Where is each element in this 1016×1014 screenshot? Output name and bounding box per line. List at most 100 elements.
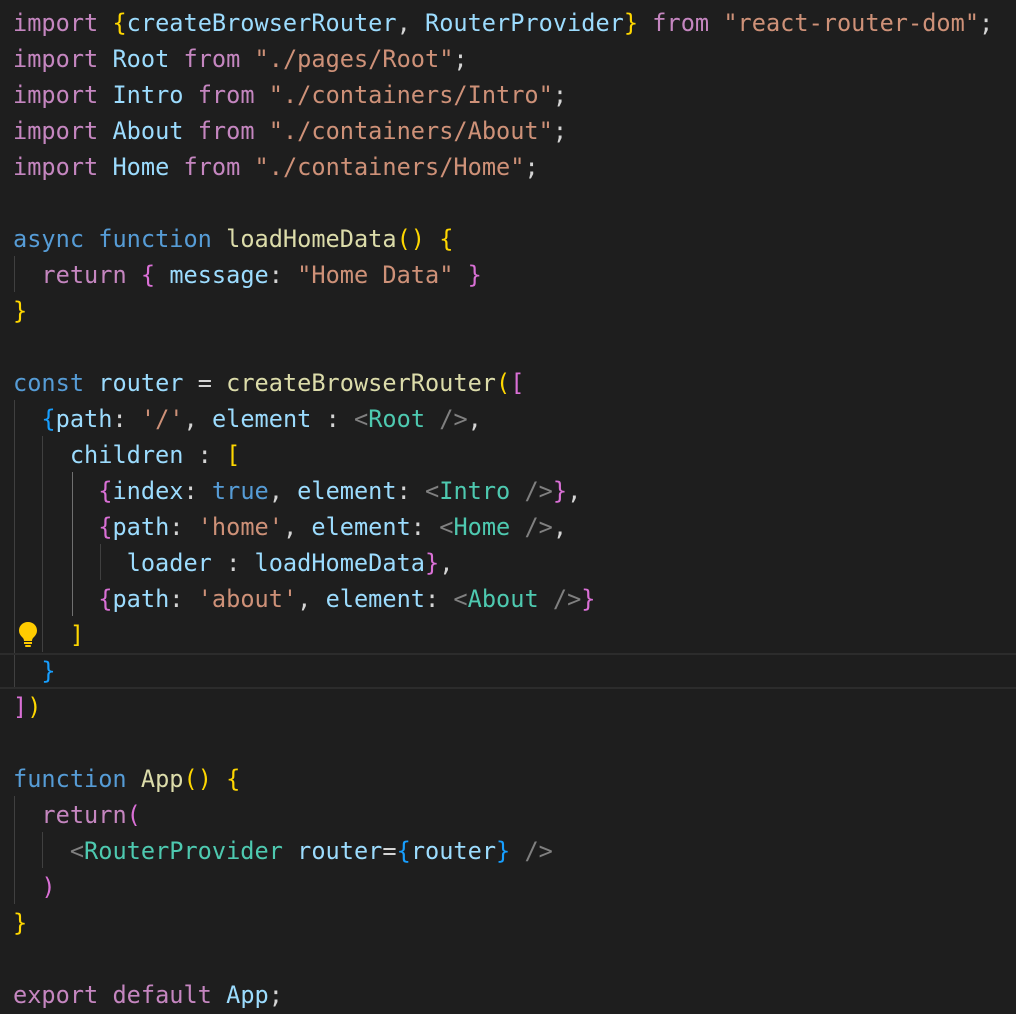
- code-token: [: [226, 441, 241, 469]
- lightbulb-icon[interactable]: [16, 620, 40, 648]
- code-token: {: [112, 9, 127, 37]
- code-line[interactable]: }: [0, 905, 1016, 941]
- code-token: ;: [268, 981, 283, 1009]
- code-line[interactable]: import Home from "./containers/Home";: [0, 149, 1016, 185]
- code-token: App: [226, 981, 269, 1009]
- code-token: ]: [69, 621, 85, 649]
- code-token: async: [13, 225, 85, 253]
- code-token: <: [69, 837, 85, 865]
- code-token: import: [13, 9, 99, 37]
- code-line[interactable]: import {createBrowserRouter, RouterProvi…: [0, 5, 1016, 41]
- code-line[interactable]: function App() {: [0, 761, 1016, 797]
- code-line[interactable]: [0, 329, 1016, 365]
- code-token: RouterProvider: [84, 837, 283, 865]
- code-line-text: import {createBrowserRouter, RouterProvi…: [13, 5, 993, 41]
- code-token: }: [552, 477, 568, 505]
- code-token: (: [126, 801, 141, 829]
- code-editor[interactable]: import {createBrowserRouter, RouterProvi…: [0, 0, 1016, 1014]
- code-token: from: [197, 81, 255, 109]
- code-line-text: }: [13, 905, 27, 941]
- code-line[interactable]: [0, 941, 1016, 977]
- code-token: Root: [368, 405, 426, 433]
- code-token: ,: [183, 405, 212, 433]
- code-line-text: export default App;: [13, 977, 283, 1013]
- code-line[interactable]: async function loadHomeData() {: [0, 221, 1016, 257]
- code-token: }: [496, 837, 511, 865]
- code-line[interactable]: import About from "./containers/About";: [0, 113, 1016, 149]
- code-line[interactable]: }: [0, 653, 1016, 689]
- code-line[interactable]: ]): [0, 689, 1016, 725]
- code-token: :: [311, 405, 354, 433]
- code-token: export: [13, 981, 99, 1009]
- code-line-text: import About from "./containers/About";: [13, 113, 567, 149]
- code-line[interactable]: import Root from "./pages/Root";: [0, 41, 1016, 77]
- code-line[interactable]: loader : loadHomeData},: [0, 545, 1016, 581]
- code-token: (: [496, 369, 511, 397]
- code-token: {: [98, 513, 113, 541]
- code-line[interactable]: ]: [0, 617, 1016, 653]
- code-token: ,: [297, 585, 326, 613]
- code-line-text: }: [13, 293, 27, 329]
- code-line[interactable]: return { message: "Home Data" }: [0, 257, 1016, 293]
- code-token: createBrowserRouter: [126, 9, 397, 37]
- code-token: <: [425, 477, 440, 505]
- code-line[interactable]: export default App;: [0, 977, 1016, 1013]
- code-line[interactable]: [0, 725, 1016, 761]
- code-token: loadHomeData: [254, 549, 425, 577]
- code-line[interactable]: {index: true, element: <Intro />},: [0, 473, 1016, 509]
- code-token: {: [140, 261, 156, 289]
- code-line-text: children : [: [13, 437, 240, 473]
- code-token: ;: [453, 45, 468, 73]
- code-line[interactable]: {path: '/', element : <Root />,: [0, 401, 1016, 437]
- code-line[interactable]: children : [: [0, 437, 1016, 473]
- code-line-text: import Intro from "./containers/Intro";: [13, 77, 567, 113]
- code-line[interactable]: {path: 'about', element: <About />}: [0, 581, 1016, 617]
- code-token: ,: [467, 405, 482, 433]
- code-line[interactable]: import Intro from "./containers/Intro";: [0, 77, 1016, 113]
- code-token: ): [27, 693, 42, 721]
- code-line[interactable]: const router = createBrowserRouter([: [0, 365, 1016, 401]
- code-line-text: }: [13, 655, 55, 687]
- code-token: ,: [396, 9, 425, 37]
- code-line[interactable]: return(: [0, 797, 1016, 833]
- code-token: />: [510, 477, 553, 505]
- code-token: Home: [453, 513, 511, 541]
- code-token: :: [396, 477, 426, 505]
- code-token: {: [226, 765, 241, 793]
- code-token: Root: [112, 45, 170, 73]
- code-line[interactable]: [0, 185, 1016, 221]
- code-line[interactable]: <RouterProvider router={router} />: [0, 833, 1016, 869]
- code-line-text: {path: 'home', element: <Home />,: [13, 509, 567, 545]
- code-line[interactable]: }: [0, 293, 1016, 329]
- code-token: element: [311, 513, 411, 541]
- code-line[interactable]: ): [0, 869, 1016, 905]
- code-token: {: [98, 477, 113, 505]
- code-line-text: {index: true, element: <Intro />},: [13, 473, 581, 509]
- code-token: true: [211, 477, 269, 505]
- code-token: {: [439, 225, 454, 253]
- code-line-text: async function loadHomeData() {: [13, 221, 453, 257]
- code-token: />: [510, 513, 553, 541]
- code-token: RouterProvider: [424, 9, 624, 37]
- code-token: from: [183, 45, 241, 73]
- code-token: from: [197, 117, 255, 145]
- code-line[interactable]: {path: 'home', element: <Home />,: [0, 509, 1016, 545]
- code-token: element: [211, 405, 312, 433]
- code-token: ,: [439, 549, 454, 577]
- code-token: :: [183, 477, 212, 505]
- code-token: (): [183, 765, 212, 793]
- code-line-text: function App() {: [13, 761, 240, 797]
